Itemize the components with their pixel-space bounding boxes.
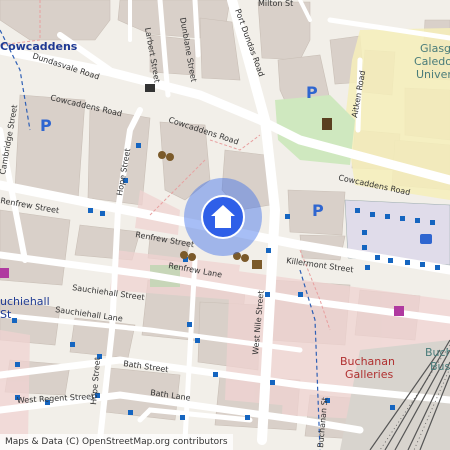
place-buchanan-1: Buchanan [340,355,395,368]
street-milton: Milton St [258,0,293,8]
museum-icon [145,84,155,92]
svg-text:P: P [312,201,324,220]
place-sauchiehall-1: uchiehall [0,295,50,308]
map-canvas[interactable]: P P P Milton St Dundasvale Road Dunblane… [0,0,450,450]
place-sauchiehall-2: St [0,308,12,321]
svg-text:P: P [40,116,52,135]
svg-text:P: P [306,83,318,102]
place-uni-3: Univer [416,68,450,81]
location-marker[interactable] [201,195,245,239]
place-bus-station-1: Bucha [425,346,450,359]
shop-icon-left [0,268,9,278]
map-attribution: Maps & Data (C) OpenStreetMap.org contri… [0,434,233,450]
place-buchanan-2: Galleries [345,368,393,381]
place-uni-1: Glasg [420,42,450,55]
place-bus-station-2: Bus S [430,360,450,373]
statue-icon [322,118,332,130]
place-cowcaddens: Cowcaddens [0,40,78,53]
place-uni-2: Caledo [414,55,450,68]
bus-station-icon [420,234,432,244]
home-icon [211,205,235,228]
shop-icon [394,306,404,316]
